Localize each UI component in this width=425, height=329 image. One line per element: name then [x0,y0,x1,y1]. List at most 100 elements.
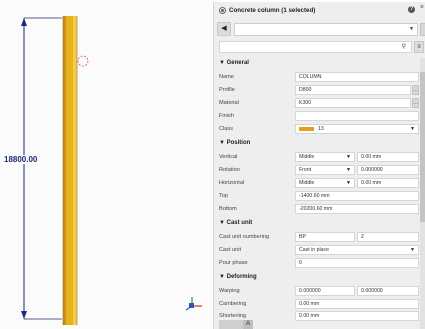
finish-field[interactable] [295,111,419,121]
text-style-icon[interactable]: A [243,320,253,329]
material-field[interactable]: K300 [295,98,411,108]
row-class: Class 13 ▼ [219,124,424,135]
column-shade-left [63,16,66,325]
coordinate-axes-icon [185,297,202,311]
panel-title: Concrete column (1 selected) [229,6,316,14]
section-position-label: Position [226,140,251,146]
section-general-label: General [226,60,249,66]
dimension-arrow-bottom [21,311,27,319]
pour-phase-field[interactable]: 0 [295,258,419,268]
cast-unit-select-value: Cast in place [299,247,329,253]
section-deforming[interactable]: ▼ Deforming [219,274,257,280]
dimension-arrow-top [21,18,27,26]
horizontal-label: Horizontal [219,180,245,186]
rotation-label: Rotation [219,167,240,173]
cast-unit-select[interactable]: Cast in place ▼ [295,245,419,255]
help-icon[interactable]: ? [408,6,415,13]
row-top: Top -1400.60 mm [219,191,424,202]
row-rotation: Rotation Front ▼ 0.000000 [219,165,424,176]
chevron-down-icon: ▼ [410,126,415,132]
panel-title-bar: Concrete column (1 selected) ? × [214,2,425,18]
bottom-label: Bottom [219,206,237,212]
profile-field[interactable]: D800 [295,85,411,95]
horizontal-select-value: Middle [299,180,315,186]
name-label: Name [219,74,234,80]
menu-button[interactable]: ≡ [414,41,424,53]
search-row: ⚲ ≡ [219,41,425,53]
shortening-label: Shortening [219,313,247,319]
class-label: Class [219,126,233,132]
search-icon[interactable]: ⚲ [402,43,406,50]
chevron-down-icon: ▼ [346,167,351,173]
horizontal-offset-field[interactable]: 0.00 mm [357,178,419,188]
row-vertical: Vertical Middle ▼ 0.00 mm [219,152,424,163]
cast-unit-numbering-label: Cast unit numbering [219,234,270,240]
class-select[interactable]: 13 ▼ [295,124,419,134]
search-input[interactable]: ⚲ [219,41,412,53]
row-cambering: Cambering 0.00 mm [219,299,424,310]
close-icon[interactable]: × [420,4,424,11]
type-selector-row: ◀ ▼ [217,22,425,36]
back-arrow-button[interactable]: ◀ [217,22,231,36]
chevron-down-icon: ▼ [410,247,415,253]
selection-handle-icon[interactable] [77,55,89,67]
chevron-down-icon: ▼ [346,180,351,186]
class-color-swatch [299,126,314,131]
vertical-select[interactable]: Middle ▼ [295,152,355,162]
type-side-button[interactable] [420,22,425,36]
shortening-field[interactable]: 0.00 mm [295,311,419,321]
top-label: Top [219,193,229,199]
cast-unit-label: Cast unit [219,247,242,253]
section-deforming-label: Deforming [226,274,257,280]
row-cast-unit: Cast unit Cast in place ▼ [219,245,424,256]
row-warping: Warping 0.000000 0.000000 [219,286,424,297]
row-bottom: Bottom -20200.60 mm [219,204,424,215]
dimension-label: 18800.00 [3,155,39,164]
section-general[interactable]: ▼ General [219,60,249,66]
vertical-select-value: Middle [299,154,315,160]
chevron-down-icon: ▼ [409,25,414,32]
section-position[interactable]: ▼ Position [219,140,250,146]
vertical-offset-field[interactable]: 0.00 mm [357,152,419,162]
warping-label: Warping [219,288,240,294]
warping-end-field[interactable]: 0.000000 [357,286,419,296]
row-cast-unit-numbering: Cast unit numbering BP 2 [219,232,424,243]
rotation-select-value: Front [299,167,312,173]
horizontal-select[interactable]: Middle ▼ [295,178,355,188]
row-horizontal: Horizontal Middle ▼ 0.00 mm [219,178,424,189]
cast-unit-prefix-field[interactable]: BP [295,232,355,242]
top-level-field[interactable]: -1400.60 mm [295,191,419,201]
row-pour-phase: Pour phase 0 [219,258,424,269]
row-finish: Finish [219,111,424,122]
model-viewport[interactable]: 18800.00 [0,0,212,329]
material-browse-button[interactable]: … [412,98,419,108]
section-cast-unit[interactable]: ▼ Cast unit [219,220,252,226]
type-select[interactable]: ▼ [234,22,418,36]
warping-start-field[interactable]: 0.000000 [295,286,355,296]
finish-label: Finish [219,113,234,119]
name-field[interactable]: COLUMN [295,72,419,82]
cambering-field[interactable]: 0.00 mm [295,299,419,309]
profile-label: Profile [219,87,235,93]
section-cast-unit-label: Cast unit [226,220,253,226]
row-profile: Profile D800 … [219,85,424,96]
model-canvas[interactable] [0,0,212,329]
rotation-select[interactable]: Front ▼ [295,165,355,175]
column-object-icon [219,6,226,14]
row-material: Material K300 … [219,98,424,109]
properties-panel: Concrete column (1 selected) ? × ◀ ▼ ⚲ ≡… [213,2,425,329]
vertical-label: Vertical [219,154,238,160]
row-name: Name COLUMN [219,72,424,83]
class-value: 13 [318,126,324,132]
bottom-toolbar-button[interactable] [219,320,243,329]
cambering-label: Cambering [219,301,247,307]
column-highlight-right [73,16,77,325]
rotation-angle-field[interactable]: 0.000000 [357,165,419,175]
bottom-level-field[interactable]: -20200.60 mm [295,204,419,214]
pour-phase-label: Pour phase [219,260,248,266]
chevron-down-icon: ▼ [346,154,351,160]
panel-bottom-toolbar: A [219,320,259,329]
cast-unit-start-number-field[interactable]: 2 [357,232,419,242]
material-label: Material [219,100,239,106]
profile-browse-button[interactable]: … [412,85,419,95]
